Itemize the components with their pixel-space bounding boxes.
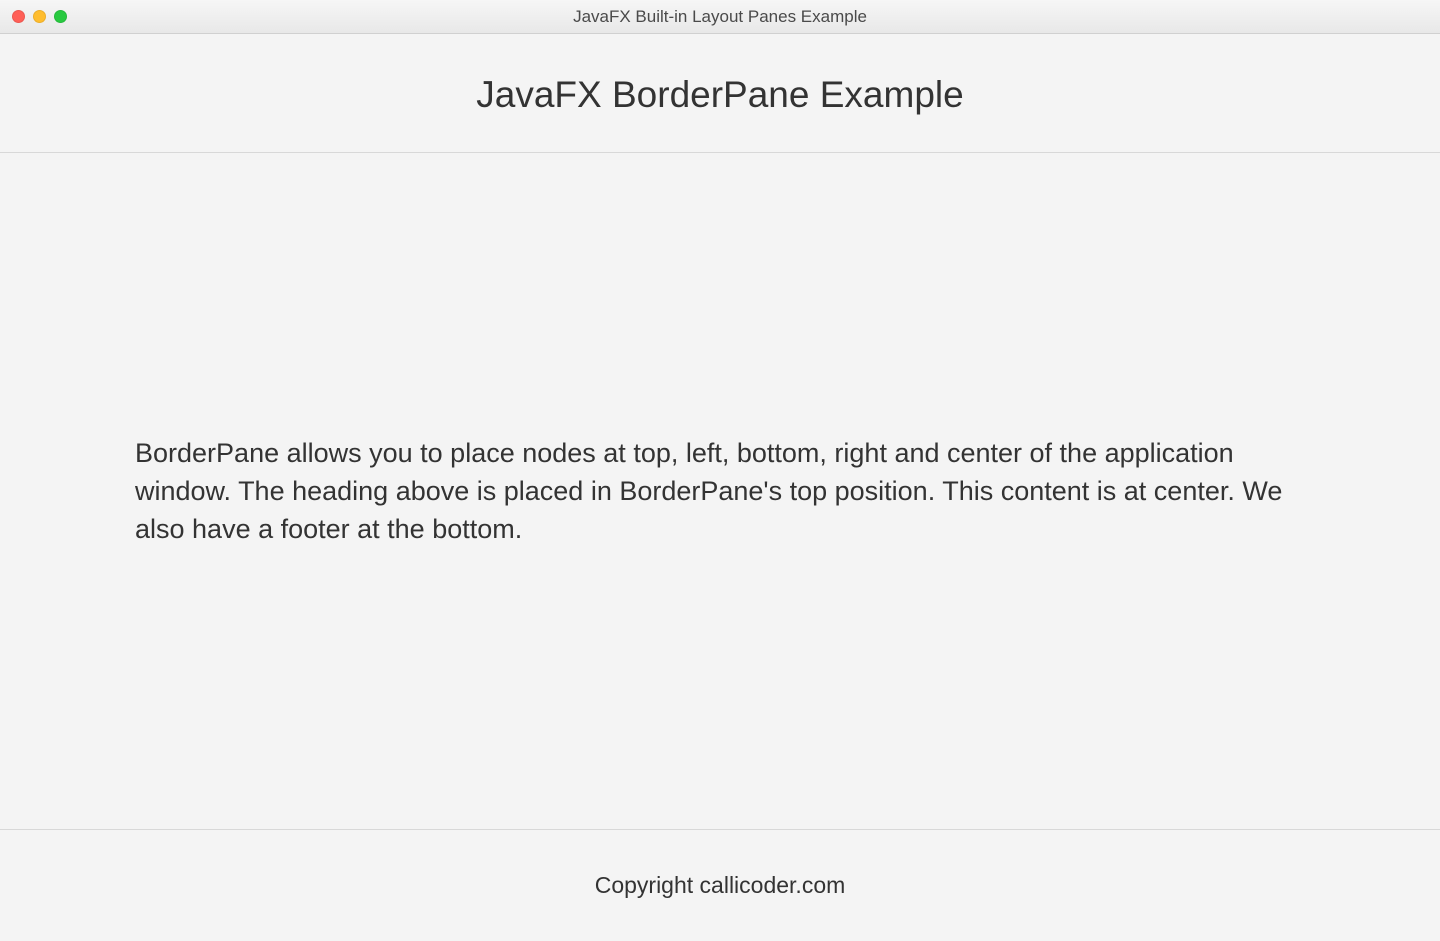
border-pane-center: BorderPane allows you to place nodes at … — [0, 153, 1440, 829]
border-pane: JavaFX BorderPane Example BorderPane all… — [0, 34, 1440, 941]
traffic-lights — [12, 10, 67, 23]
application-window: JavaFX Built-in Layout Panes Example Jav… — [0, 0, 1440, 941]
zoom-icon[interactable] — [54, 10, 67, 23]
window-title: JavaFX Built-in Layout Panes Example — [573, 7, 867, 27]
minimize-icon[interactable] — [33, 10, 46, 23]
body-text: BorderPane allows you to place nodes at … — [135, 434, 1305, 549]
close-icon[interactable] — [12, 10, 25, 23]
page-heading: JavaFX BorderPane Example — [0, 74, 1440, 116]
footer-text: Copyright callicoder.com — [0, 872, 1440, 899]
title-bar: JavaFX Built-in Layout Panes Example — [0, 0, 1440, 34]
border-pane-top: JavaFX BorderPane Example — [0, 34, 1440, 153]
border-pane-bottom: Copyright callicoder.com — [0, 829, 1440, 941]
